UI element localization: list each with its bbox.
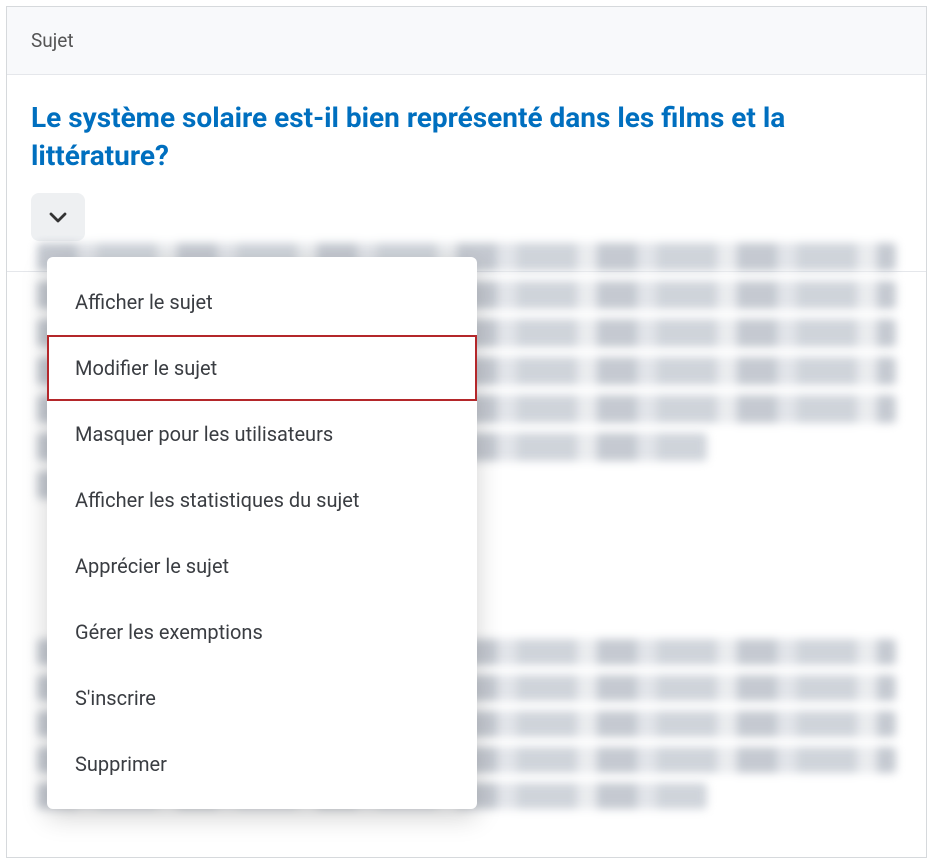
topic-actions-menu: Afficher le sujet Modifier le sujet Masq… [47,257,477,809]
chevron-down-icon [46,205,70,229]
menu-item-view-topic[interactable]: Afficher le sujet [47,269,477,335]
menu-item-appreciate-topic[interactable]: Apprécier le sujet [47,533,477,599]
menu-item-delete[interactable]: Supprimer [47,731,477,797]
menu-item-hide-for-users[interactable]: Masquer pour les utilisateurs [47,401,477,467]
topic-title[interactable]: Le système solaire est-il bien représent… [31,99,902,175]
menu-item-view-stats[interactable]: Afficher les statistiques du sujet [47,467,477,533]
section-header: Sujet [7,7,926,75]
menu-item-subscribe[interactable]: S'inscrire [47,665,477,731]
menu-item-edit-topic[interactable]: Modifier le sujet [47,335,477,401]
window-frame: Sujet Le système solaire est-il bien rep… [6,6,927,858]
topic-actions-toggle[interactable] [31,193,85,241]
menu-item-manage-exemptions[interactable]: Gérer les exemptions [47,599,477,665]
section-header-label: Sujet [31,29,74,52]
